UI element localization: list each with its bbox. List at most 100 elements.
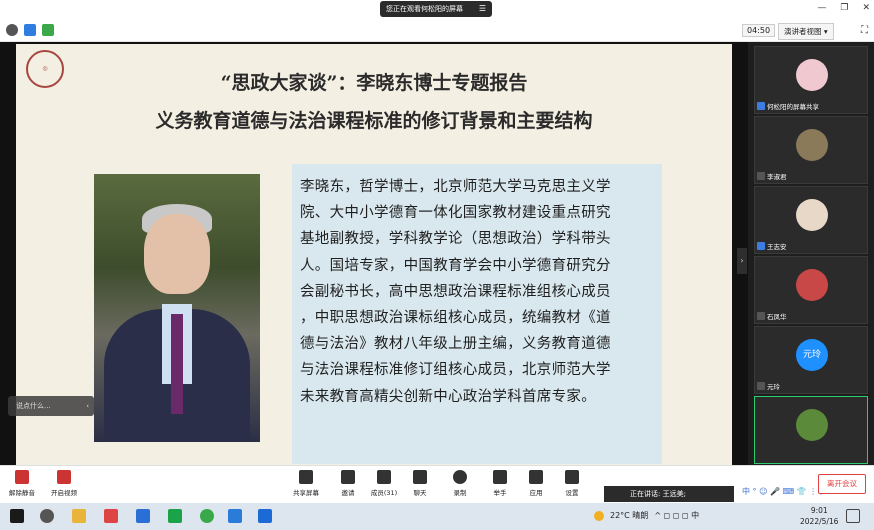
share-notice[interactable]: 您正在观看何松阳的屏幕 ☰ (380, 1, 492, 17)
weather-sun-icon (594, 510, 604, 521)
participant-tile[interactable]: 元玲 元玲 (754, 326, 868, 394)
chevron-left-icon[interactable]: ‹ (86, 396, 89, 416)
participant-tile[interactable]: 何松阳的屏幕共享 (754, 46, 868, 114)
mic-muted-icon (757, 172, 765, 180)
speaking-indicator: 正在讲话: 王远美; (604, 486, 734, 502)
file-explorer-icon[interactable] (72, 509, 86, 523)
hand-icon (493, 470, 507, 484)
members-icon (377, 470, 391, 484)
speaker-photo (94, 174, 260, 442)
bio-line: 院、大中小学德育一体化国家教材建设重点研究 (300, 205, 611, 222)
unmute-button[interactable]: 解除静音 (4, 470, 40, 497)
restore-icon[interactable]: ❐ (840, 3, 848, 13)
info-icon[interactable] (6, 24, 18, 36)
record-icon (453, 470, 467, 484)
shared-screen: ◎ “思政大家谈”：李晓东博士专题报告 义务教育道德与法治课程标准的修订背景和主… (0, 42, 748, 465)
record-button[interactable]: 录制 (442, 470, 478, 497)
avatar (796, 199, 828, 231)
participant-tile[interactable]: 石凤华 (754, 256, 868, 324)
invite-icon (341, 470, 355, 484)
mic-muted-icon (757, 312, 765, 320)
avatar (796, 409, 828, 441)
chat-icon (413, 470, 427, 484)
mic-muted-icon (15, 470, 29, 484)
speaker-bio: 李晓东，哲学博士，北京师范大学马克思主义学 院、大中小学德育一体化国家教材建设重… (292, 164, 662, 464)
chat-button[interactable]: 聊天 (402, 470, 438, 497)
presentation-slide: ◎ “思政大家谈”：李晓东博士专题报告 义务教育道德与法治课程标准的修订背景和主… (16, 44, 732, 465)
meeting-toolbar: 解除静音 开启视频 共享屏幕 邀请 成员(31) 聊天 录制 举手 应用 设置 … (0, 465, 874, 503)
bio-line: 基地副教授，学科教学论（思想政治）学科带头 (300, 231, 611, 248)
store-icon[interactable] (104, 509, 118, 523)
settings-button[interactable]: 设置 (554, 470, 590, 497)
speaker-view-label: 演讲者视图 (784, 27, 822, 36)
ime-toolbar[interactable]: 中 ° ☺ 🎤 ⌨ 👕 ⋮⋮ (742, 486, 825, 502)
menu-icon[interactable]: ☰ (479, 1, 486, 17)
weather-text: 22°C 晴朗 (610, 511, 649, 520)
window-controls: — ❐ ✕ (817, 3, 870, 13)
fullscreen-icon[interactable]: ⛶ (861, 25, 868, 36)
participant-name: 何松阳的屏幕共享 (757, 101, 819, 111)
participant-name: 李淑君 (757, 171, 787, 181)
share-screen-button[interactable]: 共享屏幕 (288, 470, 324, 497)
meeting-timer: 04:50 (742, 24, 776, 37)
bio-text: 李晓东，哲学博士，北京师范大学马克思主义学 院、大中小学德育一体化国家教材建设重… (300, 174, 660, 410)
participant-tile[interactable] (754, 396, 868, 464)
camera-off-icon (57, 470, 71, 484)
bio-line: 人。国培专家，中国教育学会中小学德育研究分 (300, 257, 611, 274)
host-icon (757, 242, 765, 250)
participant-name: 王志安 (757, 241, 787, 251)
participant-tile[interactable]: 王志安 (754, 186, 868, 254)
bio-line: 会副秘书长，高中思想政治课程标准组核心成员 (300, 283, 611, 300)
collapse-panel-button[interactable]: › (737, 248, 747, 274)
time: 9:01 (810, 506, 828, 515)
apps-icon (529, 470, 543, 484)
slide-subtitle: 义务教育道德与法治课程标准的修订背景和主要结构 (155, 110, 593, 132)
window-title-bar: 您正在观看何松阳的屏幕 ☰ — ❐ ✕ (0, 0, 874, 20)
search-app-icon[interactable] (228, 509, 242, 523)
search-icon[interactable] (40, 509, 54, 523)
speaker-view-button[interactable]: 演讲者视图 ▾ (778, 23, 834, 40)
date: 2022/5/16 (800, 517, 839, 526)
participant-name: 元玲 (757, 381, 780, 391)
signal-icon[interactable] (42, 24, 54, 36)
close-icon[interactable]: ✕ (862, 3, 870, 13)
slide-title: “思政大家谈”：李晓东博士专题报告 (220, 72, 528, 94)
participant-name: 石凤华 (757, 311, 787, 321)
leave-meeting-button[interactable]: 离开会议 (818, 474, 866, 494)
notification-icon[interactable] (846, 509, 860, 523)
shield-icon[interactable] (24, 24, 36, 36)
avatar-initials: 元玲 (796, 339, 828, 371)
windows-start-icon[interactable] (10, 509, 24, 523)
bio-line: ，中职思想政治课标组核心成员，统编教材《道 (300, 310, 611, 327)
video-button[interactable]: 开启视频 (46, 470, 82, 497)
meeting-window: 您正在观看何松阳的屏幕 ☰ — ❐ ✕ 04:50 演讲者视图 ▾ ⛶ ◎ “思… (0, 0, 874, 530)
bio-line: 德与法治》教材八年级上册主编，义务教育道德 (300, 336, 611, 353)
browser-icon[interactable] (200, 509, 214, 523)
meeting-status-icons (6, 24, 54, 36)
chat-placeholder: 说点什么... (16, 402, 51, 410)
wechat-icon[interactable] (168, 509, 182, 523)
raise-hand-button[interactable]: 举手 (482, 470, 518, 497)
share-screen-icon (299, 470, 313, 484)
screen-share-icon (757, 102, 765, 110)
mic-icon (757, 382, 765, 390)
participant-panel: 何松阳的屏幕共享 李淑君 王志安 石凤华 元玲 元玲 (748, 42, 874, 465)
members-button[interactable]: 成员(31) (366, 470, 402, 497)
participant-tile[interactable]: 李淑君 (754, 116, 868, 184)
tray-icons[interactable]: ^ ◻ ◻ ◻ 中 (654, 510, 699, 521)
mail-icon[interactable] (136, 509, 150, 523)
avatar (796, 59, 828, 91)
invite-button[interactable]: 邀请 (330, 470, 366, 497)
bio-line: 未来教育高精尖创新中心政治学科首席专家。 (300, 388, 596, 405)
meeting-app-icon[interactable] (258, 509, 272, 523)
chat-input[interactable]: 说点什么... ‹ (8, 396, 94, 416)
minimize-icon[interactable]: — (817, 3, 826, 13)
bio-line: 与法治课程标准修订组核心成员，北京师范大学 (300, 362, 611, 379)
meeting-info-bar: 04:50 演讲者视图 ▾ ⛶ (0, 20, 874, 42)
avatar (796, 269, 828, 301)
bio-line: 李晓东，哲学博士，北京师范大学马克思主义学 (300, 179, 611, 195)
clock[interactable]: 9:01 2022/5/16 (800, 505, 838, 527)
system-tray: 22°C 晴朗 ^ ◻ ◻ ◻ 中 (594, 510, 699, 521)
apps-button[interactable]: 应用 (518, 470, 554, 497)
share-notice-text: 您正在观看何松阳的屏幕 (386, 5, 463, 13)
